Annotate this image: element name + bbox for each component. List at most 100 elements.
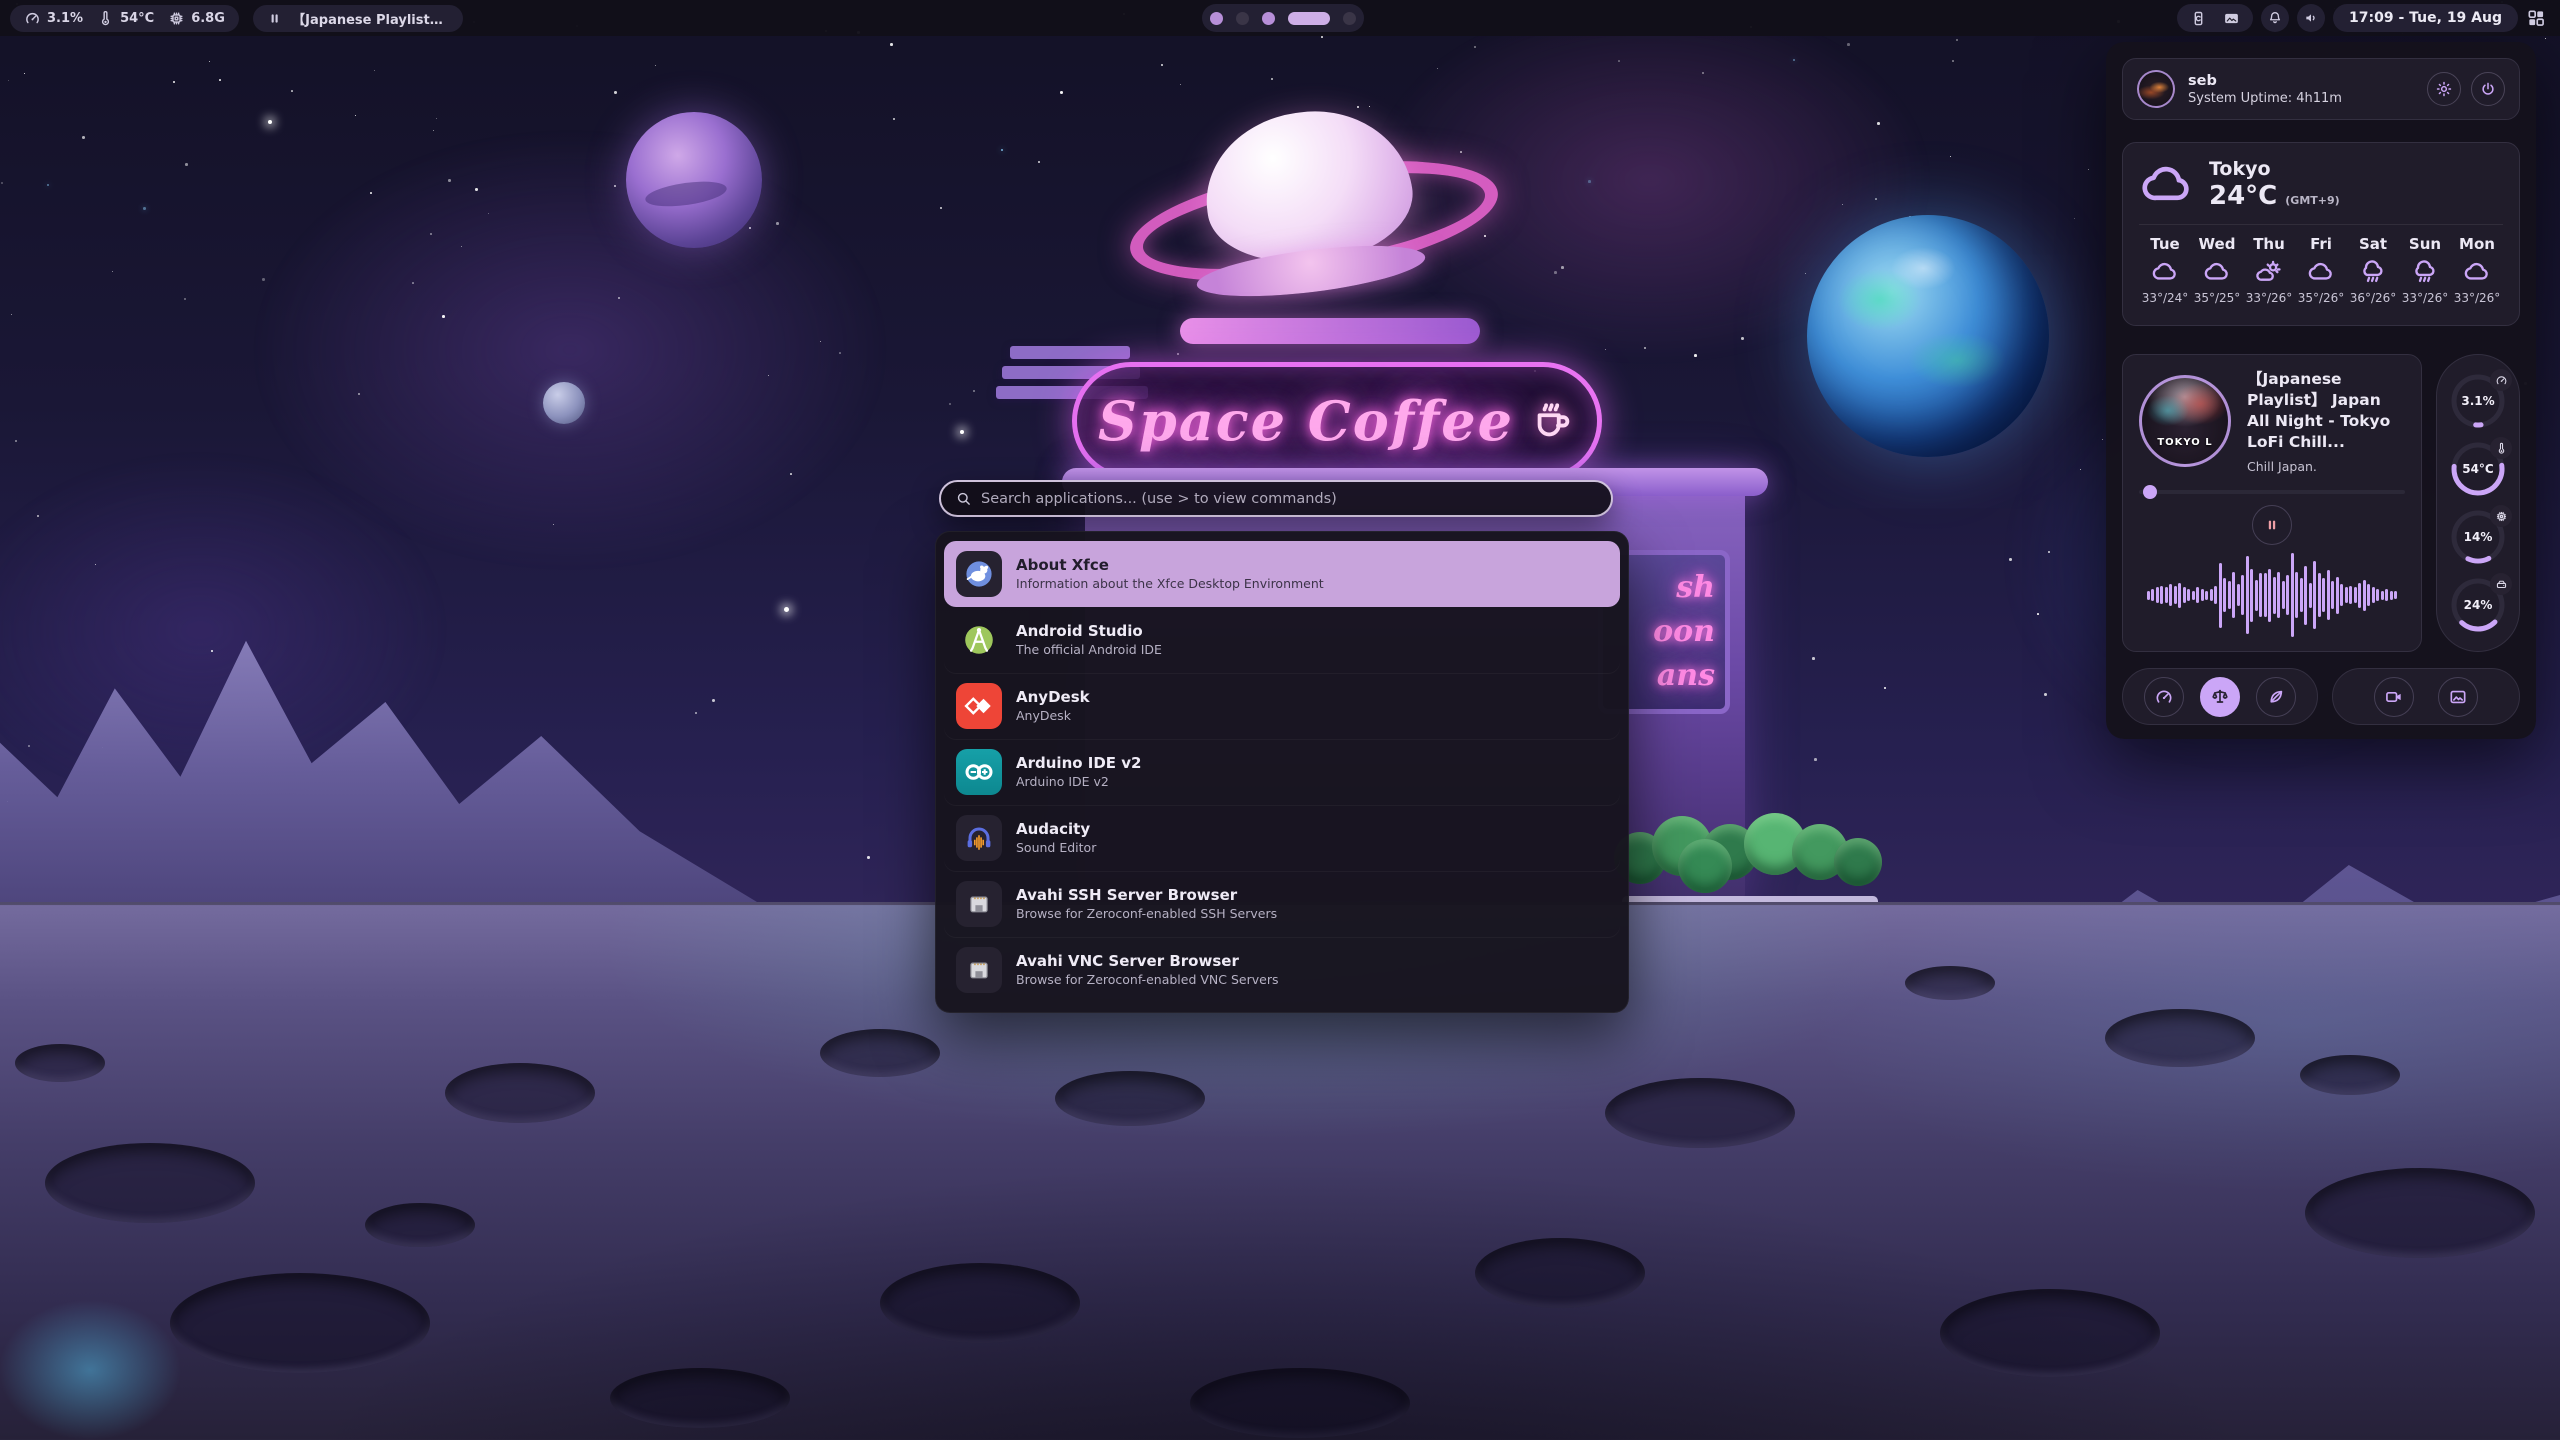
rain-weather-icon xyxy=(2411,258,2439,286)
imgframe-quick-button[interactable] xyxy=(2438,677,2478,717)
cloud-weather-icon xyxy=(2151,258,2179,286)
media-player-card: TOKYO L 【Japanese Playlist】 Japan All Ni… xyxy=(2122,354,2422,652)
avatar xyxy=(2137,70,2175,108)
weather-card: Tokyo 24°C (GMT+9) Tue33°/24°Wed35°/25°T… xyxy=(2122,142,2520,326)
app-description: Information about the Xfce Desktop Envir… xyxy=(1016,576,1324,592)
notifications-button[interactable] xyxy=(2261,4,2289,32)
overview-button[interactable] xyxy=(2526,5,2552,31)
workspace-switcher[interactable] xyxy=(1202,4,1364,32)
forecast-wed: Wed 35°/25° xyxy=(2191,235,2243,305)
app-description: Sound Editor xyxy=(1016,840,1096,856)
app-results-panel: About XfceInformation about the Xfce Des… xyxy=(935,531,1629,1013)
chip-icon xyxy=(168,10,185,27)
phone-icon[interactable] xyxy=(2190,10,2207,27)
audio-visualizer xyxy=(2139,553,2405,637)
forecast-tue: Tue33°/24° xyxy=(2139,235,2191,305)
now-playing-label: 【Japanese Playlist】 J... xyxy=(292,9,449,28)
capture-group xyxy=(2332,668,2520,725)
search-bar[interactable] xyxy=(939,480,1613,517)
now-playing-pill[interactable]: 【Japanese Playlist】 J... xyxy=(253,5,463,32)
track-artist: Chill Japan. xyxy=(2247,459,2405,474)
search-input[interactable] xyxy=(981,491,1597,507)
forecast-day: Thu xyxy=(2253,235,2285,253)
search-icon xyxy=(955,490,972,507)
cloud-icon xyxy=(2139,157,2195,213)
app-item-anydesk[interactable]: AnyDeskAnyDesk xyxy=(944,673,1620,739)
app-title: Avahi VNC Server Browser xyxy=(1016,952,1278,972)
pause-icon xyxy=(267,10,282,27)
divider xyxy=(2139,224,2503,225)
app-item-avahi-ssh-server-browser[interactable]: Avahi SSH Server BrowserBrowse for Zeroc… xyxy=(944,871,1620,937)
forecast-temps: 35°/25° xyxy=(2194,291,2241,305)
network-app-icon xyxy=(956,947,1002,993)
app-item-audacity[interactable]: AudacitySound Editor xyxy=(944,805,1620,871)
weather-forecast: Tue33°/24° Wed 35°/25° Thu 33°/26° Fri 35°/26°… xyxy=(2139,235,2503,305)
album-art: TOKYO L xyxy=(2139,375,2231,467)
video-quick-button[interactable] xyxy=(2374,677,2414,717)
settings-button[interactable] xyxy=(2427,72,2461,106)
app-title: Avahi SSH Server Browser xyxy=(1016,886,1277,906)
workspace-dot-occupied[interactable] xyxy=(1262,12,1275,25)
chip-icon xyxy=(2490,505,2512,527)
forecast-sun: Sun33°/26° xyxy=(2399,235,2451,305)
power-icon xyxy=(2479,80,2497,98)
weather-timezone: (GMT+9) xyxy=(2285,194,2339,207)
quick-settings-group xyxy=(2122,668,2318,725)
track-title: 【Japanese Playlist】 Japan All Night - To… xyxy=(2247,369,2405,453)
app-description: Browse for Zeroconf-enabled VNC Servers xyxy=(1016,972,1278,988)
app-item-avahi-vnc-server-browser[interactable]: Avahi VNC Server BrowserBrowse for Zeroc… xyxy=(944,937,1620,1003)
leaf-quick-button[interactable] xyxy=(2256,677,2296,717)
workspace-dot-empty[interactable] xyxy=(1236,12,1249,25)
gauge-speedometer: 3.1% xyxy=(2448,371,2508,431)
system-uptime: System Uptime: 4h11m xyxy=(2188,91,2342,106)
tray-pill[interactable] xyxy=(2177,4,2253,32)
play-pause-button[interactable] xyxy=(2252,505,2292,545)
app-item-arduino-ide-v2[interactable]: Arduino IDE v2Arduino IDE v2 xyxy=(944,739,1620,805)
app-description: The official Android IDE xyxy=(1016,642,1162,658)
weather-city: Tokyo xyxy=(2209,159,2340,181)
forecast-day: Fri xyxy=(2310,235,2332,253)
user-name: seb xyxy=(2188,73,2342,89)
xfce-app-icon xyxy=(956,551,1002,597)
forecast-temps: 35°/26° xyxy=(2298,291,2345,305)
seek-knob[interactable] xyxy=(2143,485,2157,499)
app-title: About Xfce xyxy=(1016,556,1324,576)
workspace-dot-occupied[interactable] xyxy=(1210,12,1223,25)
volume-button[interactable] xyxy=(2297,4,2325,32)
video-icon xyxy=(2384,687,2404,707)
image-icon[interactable] xyxy=(2223,10,2240,27)
audacity-app-icon xyxy=(956,815,1002,861)
grid-icon xyxy=(2526,8,2546,28)
leaf-icon xyxy=(2266,687,2286,707)
gauge-disk: 24% xyxy=(2448,575,2508,635)
app-description: AnyDesk xyxy=(1016,708,1090,724)
workspace-dot-active[interactable] xyxy=(1288,12,1330,25)
forecast-day: Sat xyxy=(2359,235,2387,253)
app-title: Arduino IDE v2 xyxy=(1016,754,1142,774)
temp-stat: 54°C xyxy=(97,10,154,27)
forecast-temps: 33°/26° xyxy=(2454,291,2501,305)
forecast-day: Wed xyxy=(2199,235,2236,253)
scales-quick-button[interactable] xyxy=(2200,677,2240,717)
app-item-android-studio[interactable]: Android StudioThe official Android IDE xyxy=(944,607,1620,673)
anydesk-app-icon xyxy=(956,683,1002,729)
app-title: Audacity xyxy=(1016,820,1096,840)
speedometer-icon xyxy=(2490,369,2512,391)
clock[interactable]: 17:09 - Tue, 19 Aug xyxy=(2333,4,2518,32)
speaker-icon xyxy=(2303,10,2319,26)
forecast-day: Mon xyxy=(2459,235,2495,253)
system-gauges: 3.1%54°C14%24% xyxy=(2436,354,2520,652)
workspace-dot-empty[interactable] xyxy=(1343,12,1356,25)
speedometer-icon xyxy=(24,10,41,27)
album-caption: TOKYO L xyxy=(2142,437,2228,448)
memory-stat: 6.8G xyxy=(168,10,225,27)
seek-bar[interactable] xyxy=(2139,488,2405,497)
app-description: Arduino IDE v2 xyxy=(1016,774,1142,790)
forecast-temps: 33°/26° xyxy=(2246,291,2293,305)
partly-weather-icon xyxy=(2255,258,2283,286)
speedometer-icon xyxy=(2154,687,2174,707)
power-button[interactable] xyxy=(2471,72,2505,106)
app-item-about-xfce[interactable]: About XfceInformation about the Xfce Des… xyxy=(944,541,1620,607)
speedometer-quick-button[interactable] xyxy=(2144,677,2184,717)
weather-temp: 24°C xyxy=(2209,181,2277,211)
